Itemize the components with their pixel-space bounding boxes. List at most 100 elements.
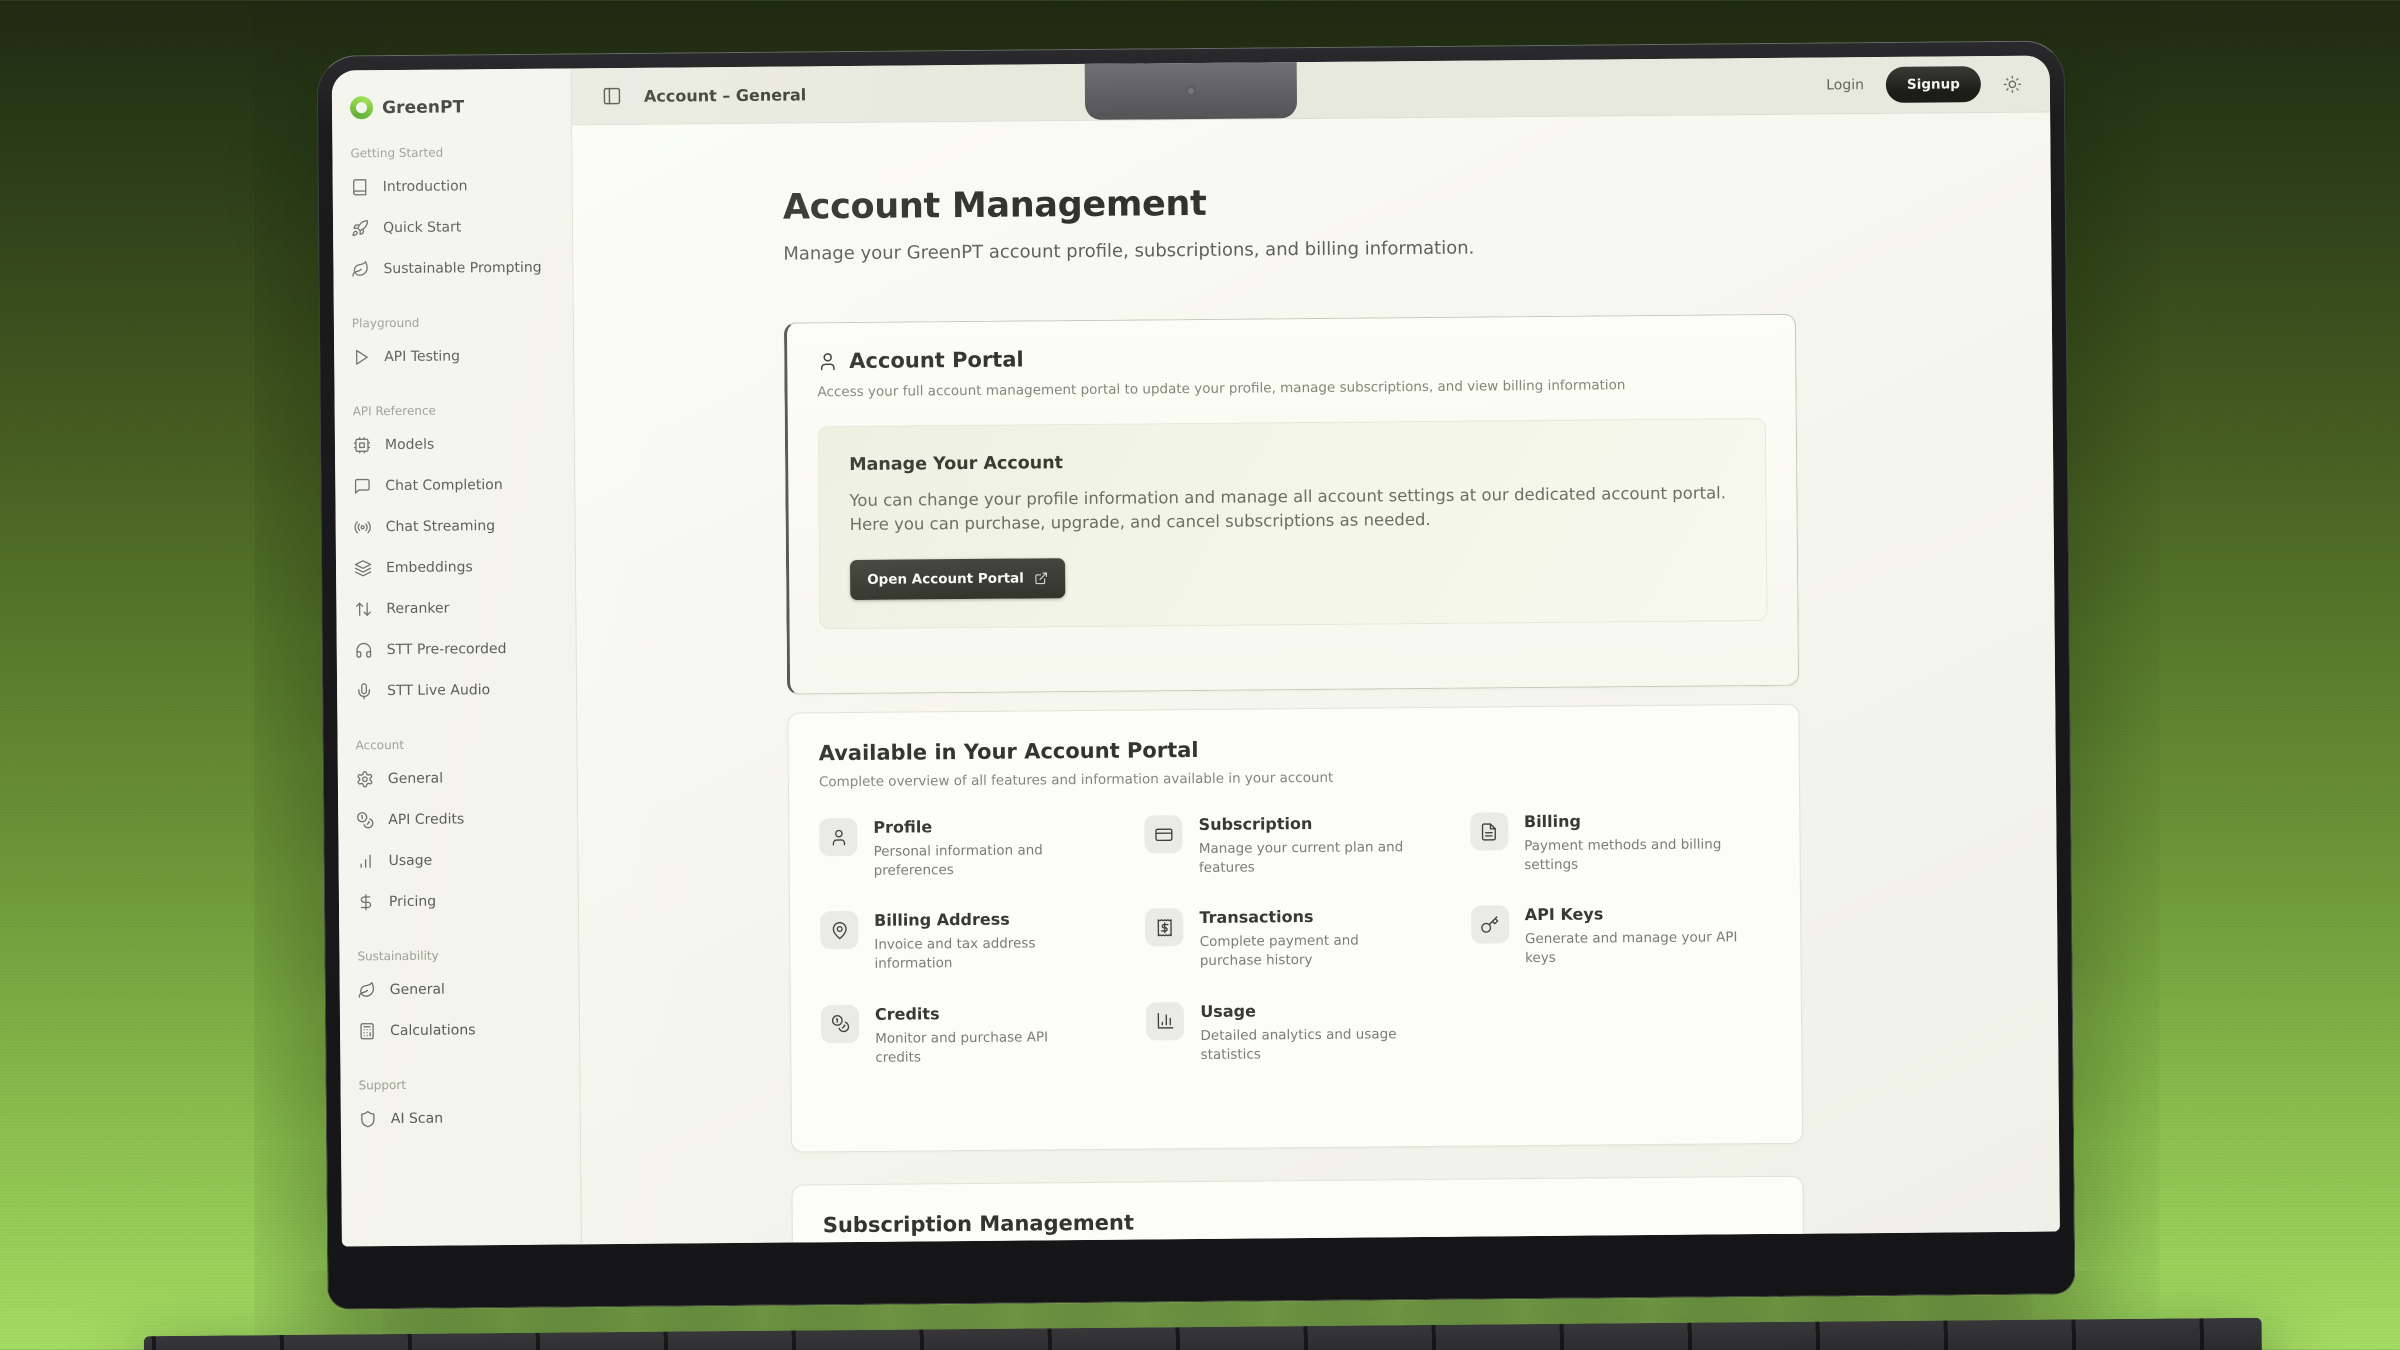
sidebar-item[interactable]: Chat Completion [351,464,560,507]
feature-item: API Keys Generate and manage your API ke… [1471,903,1771,969]
sidebar-item[interactable]: API Testing [350,335,559,378]
play-icon [352,348,370,366]
feature-title: Billing [1524,810,1746,831]
headphones-icon [355,641,373,659]
sidebar-section: Sustainability General [355,948,565,1052]
sidebar-section: Account General [354,737,565,923]
open-account-portal-button[interactable]: Open Account Portal [850,558,1065,600]
sidebar-item[interactable]: Pricing [355,880,564,923]
sidebar-item[interactable]: STT Pre-recorded [353,628,562,671]
feature-item: Profile Personal information and prefere… [819,816,1119,882]
map-pin-icon [830,921,849,940]
login-link[interactable]: Login [1826,77,1864,93]
logo-text: GreenPT [382,97,464,118]
feature-title: Profile [873,816,1095,837]
sidebar-section-label: Support [358,1077,565,1093]
sidebar-item[interactable]: Usage [354,839,563,882]
app-window: GreenPT Getting Started Intr [332,56,2060,1247]
arrow-up-down-icon [354,600,372,618]
portal-card-title: Account Portal [849,347,1024,373]
sidebar-item-label: Sustainable Prompting [383,259,541,276]
feature-description: Detailed analytics and usage statistics [1200,1025,1422,1065]
sidebar-item[interactable]: Chat Streaming [351,505,560,548]
feature-title: Usage [1200,1000,1422,1021]
laptop-screen: GreenPT Getting Started Intr [317,40,2076,1309]
book-icon [351,178,369,196]
layers-icon [354,559,372,577]
sidebar-item-label: Embeddings [386,559,473,576]
external-link-icon [1034,571,1048,585]
sidebar-item-label: Chat Completion [385,477,502,494]
sidebar-section: Support AI Scan [356,1077,566,1140]
feature-item: Transactions Complete payment and purcha… [1145,906,1445,972]
content-area: Account Management Manage your GreenPT a… [572,113,2060,1245]
laptop-mockup: GreenPT Getting Started Intr [317,40,2076,1309]
open-account-portal-label: Open Account Portal [867,570,1024,587]
leaf-icon [351,260,369,278]
sidebar-section-label: Sustainability [357,948,564,964]
feature-item: Credits Monitor and purchase API credits [821,1002,1121,1068]
feature-item: Billing Address Invoice and tax address … [820,909,1120,975]
calculator-icon [358,1022,376,1040]
sidebar-section-label: API Reference [353,403,560,419]
sidebar-item-label: Introduction [383,178,468,195]
theme-toggle-sun-icon[interactable] [2003,74,2022,93]
sidebar-item-label: AI Scan [391,1110,443,1126]
sidebar-item[interactable]: Sustainable Prompting [349,247,558,290]
features-grid: Profile Personal information and prefere… [819,810,1771,1068]
sidebar-item[interactable]: Calculations [356,1009,565,1052]
signup-button[interactable]: Signup [1886,66,1981,103]
sidebar-section-label: Playground [352,315,559,331]
sidebar-item-label: API Credits [388,811,464,828]
leaf-icon [358,981,376,999]
feature-description: Manage your current plan and features [1199,838,1421,878]
sidebar-item[interactable]: General [356,968,565,1011]
feature-description: Complete payment and purchase history [1200,931,1422,971]
radio-icon [354,518,372,536]
sidebar-item-label: Chat Streaming [386,518,496,535]
coins-icon [830,1014,849,1033]
feature-description: Personal information and preferences [873,841,1095,881]
user-icon [817,351,838,372]
feature-title: Credits [875,1003,1097,1024]
features-card-title: Available in Your Account Portal [819,733,1769,765]
manage-account-panel: Manage Your Account You can change your … [818,418,1768,629]
page-heading: Account Management [783,179,1795,228]
feature-title: Billing Address [874,909,1096,930]
logo[interactable]: GreenPT [348,95,557,120]
file-text-icon [1479,822,1498,841]
message-square-icon [353,477,371,495]
sidebar-item-label: General [390,981,445,997]
sidebar-item[interactable]: Embeddings [352,546,561,589]
user-icon [829,828,848,847]
feature-description: Invoice and tax address information [874,934,1096,974]
chart-column-icon [1156,1011,1175,1030]
panel-title: Manage Your Account [849,447,1735,475]
sidebar-section-label: Account [356,737,563,753]
sidebar-item[interactable]: Quick Start [349,206,558,249]
feature-title: Subscription [1199,813,1421,834]
sidebar-item[interactable]: AI Scan [357,1097,566,1140]
sidebar-item[interactable]: API Credits [354,798,563,841]
sidebar-item[interactable]: STT Live Audio [353,669,562,712]
sidebar-item[interactable]: Models [351,423,560,466]
credit-card-icon [1154,825,1173,844]
sidebar-item[interactable]: Introduction [349,165,558,208]
sidebar-section: Getting Started Introduction [348,145,558,290]
camera-notch [1085,62,1297,120]
sidebar-item[interactable]: General [354,757,563,800]
sidebar-section: API Reference Models [351,403,563,712]
sidebar-item-label: STT Pre-recorded [387,641,507,658]
bar-chart-icon [357,852,375,870]
rocket-icon [351,219,369,237]
sidebar-toggle-icon[interactable] [602,86,622,106]
subscription-card-title: Subscription Management [823,1205,1773,1237]
features-card: Available in Your Account Portal Complet… [787,704,1803,1153]
dollar-icon [357,893,375,911]
feature-item: Subscription Manage your current plan an… [1145,813,1445,879]
sidebar-item[interactable]: Reranker [352,587,561,630]
sidebar-item-label: API Testing [384,348,460,365]
feature-description: Generate and manage your API keys [1525,929,1747,969]
feature-description: Payment methods and billing settings [1524,835,1746,875]
page-subheading: Manage your GreenPT account profile, sub… [783,235,1795,265]
